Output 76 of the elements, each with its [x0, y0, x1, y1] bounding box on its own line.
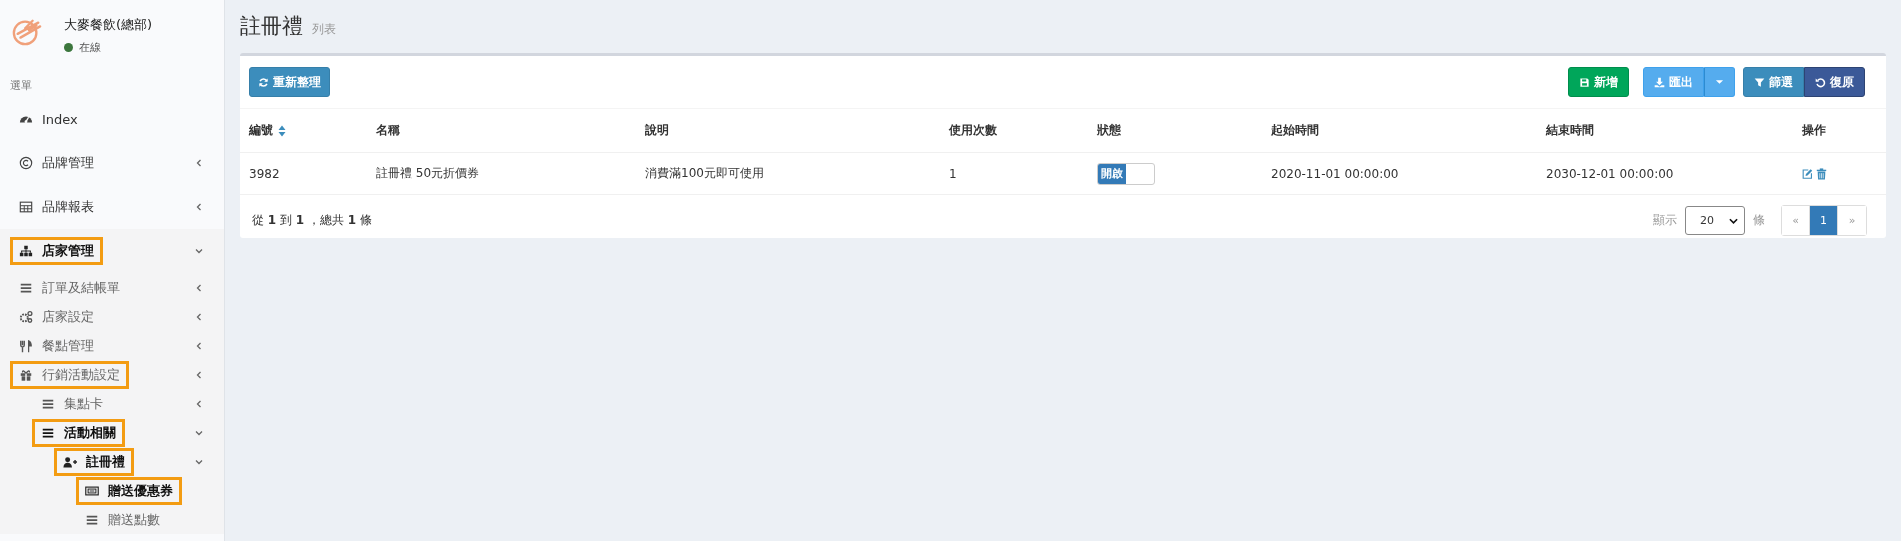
page-subtitle: 列表: [312, 21, 336, 38]
sitemap-icon: [19, 244, 33, 258]
summary-text: 從 1 到 1 ，總共 1 條: [252, 212, 372, 229]
item-label: 店家設定: [42, 307, 94, 326]
wheat-logo: [12, 17, 42, 47]
filter-icon: [1754, 76, 1765, 88]
column-header: 操作: [1802, 122, 1826, 139]
page-button[interactable]: 1: [1810, 206, 1838, 235]
page-size-select[interactable]: 20: [1685, 206, 1745, 235]
status-toggle[interactable]: 開啟: [1097, 162, 1155, 185]
unit-label: 條: [1753, 212, 1765, 229]
refresh-icon: [258, 76, 269, 88]
sidebar-item[interactable]: Index: [0, 97, 224, 141]
item-label: 品牌報表: [42, 198, 94, 216]
sidebar-item[interactable]: 贈送點數: [0, 505, 224, 534]
item-label: 品牌管理: [42, 154, 94, 172]
column-header: 起始時間: [1271, 122, 1319, 139]
sidebar-item[interactable]: 店家管理: [0, 229, 224, 273]
sidebar-item[interactable]: 店家設定: [0, 302, 224, 331]
column-header: 說明: [645, 122, 669, 139]
sidebar-item[interactable]: 行銷活動設定: [0, 360, 224, 389]
sidebar-item[interactable]: 餐點管理: [0, 331, 224, 360]
status-text: 在線: [79, 40, 101, 55]
show-label: 顯示: [1653, 212, 1677, 229]
trash-icon[interactable]: [1816, 167, 1827, 180]
item-label: 餐點管理: [42, 336, 94, 355]
sidebar-item[interactable]: 集點卡: [0, 389, 224, 418]
table-icon: [19, 200, 33, 214]
item-label: 贈送點數: [108, 510, 160, 529]
item-label: 訂單及結帳單: [42, 278, 120, 297]
table-cell: 1: [949, 166, 957, 181]
sidebar-item[interactable]: 品牌報表: [0, 185, 224, 229]
reset-button[interactable]: 復原: [1804, 67, 1865, 97]
copyright-icon: [19, 156, 33, 170]
sidebar-item[interactable]: 活動相關: [0, 418, 224, 447]
save-icon: [1579, 76, 1590, 88]
brand-name: 大麥餐飲(總部): [64, 16, 153, 34]
undo-icon: [1815, 76, 1826, 88]
column-header: 結束時間: [1546, 122, 1594, 139]
caret-icon: [1715, 79, 1724, 85]
chevron-down-icon: [1729, 217, 1738, 224]
item-label: 活動相關: [64, 423, 116, 442]
gears-icon: [19, 309, 33, 324]
column-header: 狀態: [1097, 122, 1121, 139]
cutlery-icon: [19, 338, 33, 353]
column-header: 使用次數: [949, 122, 997, 139]
gift-icon: [19, 367, 33, 382]
item-label: 行銷活動設定: [42, 365, 120, 384]
table-cell: 2030-12-01 00:00:00: [1546, 166, 1674, 181]
table-cell: 註冊禮 50元折價券: [376, 166, 480, 180]
item-label: 贈送優惠券: [108, 481, 173, 500]
ticket-icon: [85, 483, 99, 498]
refresh-button[interactable]: 重新整理: [249, 67, 330, 97]
page-button[interactable]: «: [1782, 206, 1810, 235]
sidebar-item[interactable]: 註冊禮: [0, 447, 224, 476]
dropdown-toggle[interactable]: [1704, 67, 1735, 97]
filter-button[interactable]: 篩選: [1743, 67, 1804, 97]
user-plus-icon: [63, 454, 77, 469]
table-cell: 3982: [249, 166, 280, 181]
sidebar-item[interactable]: 品牌管理: [0, 141, 224, 185]
sidebar-item[interactable]: 訂單及結帳單: [0, 273, 224, 302]
column-header: 名稱: [376, 122, 400, 139]
item-label: 店家管理: [42, 242, 94, 260]
sidebar-item[interactable]: 贈送優惠券: [0, 476, 224, 505]
download-icon: [1654, 76, 1665, 88]
edit-icon[interactable]: [1802, 167, 1813, 180]
menu-header: 選單: [9, 78, 33, 94]
table-cell: 消費滿100元即可使用: [645, 166, 764, 180]
item-label: Index: [42, 111, 78, 127]
column-header: 編號: [249, 122, 273, 139]
item-label: 註冊禮: [86, 452, 125, 471]
table-cell: 2020-11-01 00:00:00: [1271, 166, 1399, 181]
item-label: 集點卡: [64, 394, 103, 413]
page-title: 註冊禮: [240, 13, 303, 40]
sort-icon[interactable]: [278, 124, 286, 137]
add-button[interactable]: 新增: [1568, 67, 1629, 97]
